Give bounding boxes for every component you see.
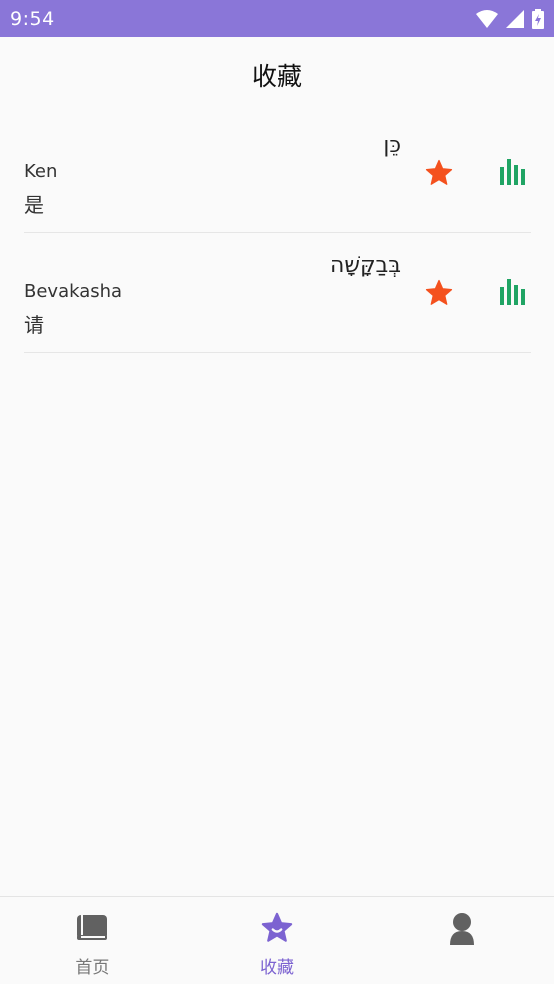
word-meaning: 请 <box>24 313 44 337</box>
list-item[interactable]: כֵּן Ken 是 <box>24 113 531 233</box>
star-icon[interactable] <box>423 157 455 189</box>
status-icons <box>476 8 544 29</box>
romanized-word: Bevakasha <box>24 281 123 302</box>
status-bar: 9:54 <box>0 0 554 37</box>
audio-bars-icon[interactable] <box>497 275 531 309</box>
favorites-list: כֵּן Ken 是 בְּבַקָּשָׁה Bevakasha 请 <box>24 113 531 353</box>
wifi-icon <box>476 9 498 28</box>
audio-bars-icon[interactable] <box>497 155 531 189</box>
hebrew-word: כֵּן <box>383 133 401 158</box>
star-icon[interactable] <box>423 277 455 309</box>
battery-icon <box>532 8 544 29</box>
book-icon <box>75 911 109 949</box>
romanized-word: Ken <box>24 161 58 182</box>
nav-home[interactable]: 首页 <box>0 897 185 984</box>
bottom-nav: 首页 收藏 <box>0 896 554 984</box>
nav-favorites-label: 收藏 <box>260 958 294 978</box>
nav-profile[interactable] <box>369 897 554 984</box>
page-title: 收藏 <box>251 62 302 91</box>
signal-icon <box>506 9 524 28</box>
list-item[interactable]: בְּבַקָּשָׁה Bevakasha 请 <box>24 233 531 353</box>
word-meaning: 是 <box>24 193 44 217</box>
nav-favorites[interactable]: 收藏 <box>185 897 370 984</box>
hebrew-word: בְּבַקָּשָׁה <box>329 253 401 278</box>
user-icon <box>445 911 479 951</box>
status-time: 9:54 <box>10 7 55 30</box>
nav-home-label: 首页 <box>75 958 110 978</box>
star-icon <box>259 911 295 949</box>
page-header: 收藏 <box>0 37 554 113</box>
